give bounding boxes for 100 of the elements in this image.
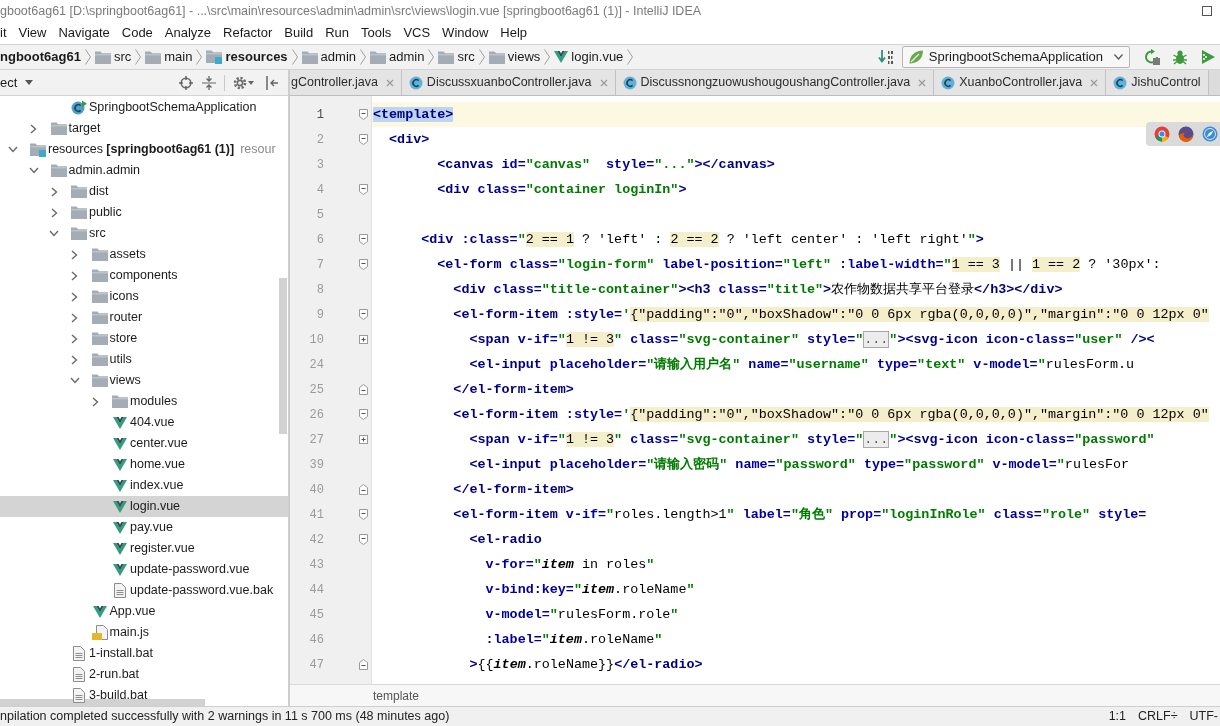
tree-item[interactable]: src — [47, 223, 106, 244]
expand-marker-icon[interactable] — [359, 435, 368, 444]
bar-left-arrow-icon[interactable] — [266, 75, 278, 90]
breadcrumb-item[interactable]: login.vue — [554, 47, 624, 67]
menu-item[interactable]: Code — [121, 23, 153, 43]
chevron-down-icon[interactable] — [8, 146, 18, 153]
fold-end-marker-icon[interactable] — [359, 659, 368, 670]
maximize-icon[interactable] — [1202, 6, 1212, 16]
tree-item[interactable]: center.vue — [112, 433, 188, 454]
chevron-right-icon[interactable] — [30, 123, 37, 134]
chevron-right-icon[interactable] — [71, 249, 78, 260]
tree-item[interactable]: icons — [67, 286, 139, 307]
breadcrumb-item[interactable]: src — [438, 47, 475, 67]
editor-tab[interactable]: gController.java — [290, 70, 402, 95]
expand-marker-icon[interactable] — [359, 335, 368, 344]
line-separator-widget[interactable]: CRLF÷ — [1138, 707, 1178, 726]
tree-item[interactable]: register.vue — [112, 538, 195, 559]
tree-item[interactable]: target — [26, 118, 101, 139]
tree-item[interactable]: pay.vue — [112, 517, 173, 538]
chevron-right-icon[interactable] — [50, 207, 58, 218]
tree-item[interactable]: login.vue — [112, 496, 181, 517]
crosshair-icon[interactable] — [179, 75, 193, 90]
collapse-marker-icon[interactable] — [359, 409, 368, 420]
fold-end-marker-icon[interactable] — [359, 384, 368, 395]
tree-item[interactable]: index.vue — [112, 475, 184, 496]
collapse-marker-icon[interactable] — [359, 109, 368, 120]
circular-arrow-icon[interactable] — [1144, 49, 1160, 65]
menu-item[interactable]: Tools — [361, 23, 392, 43]
tree-item[interactable]: update-password.vue — [112, 559, 250, 580]
compass-icon[interactable] — [1202, 126, 1218, 142]
scrollbar-thumb[interactable] — [279, 278, 287, 434]
tree-item[interactable]: admin.admin — [26, 160, 141, 181]
tree-item[interactable]: dist — [47, 181, 109, 202]
breadcrumb-item[interactable]: admin — [301, 47, 356, 67]
editor-tab[interactable]: DiscussnongzuowushougoushangController.java — [615, 70, 935, 95]
breadcrumb-item[interactable]: admin — [370, 47, 425, 67]
collapse-marker-icon[interactable] — [359, 509, 368, 520]
tree-item[interactable]: main.js — [91, 622, 150, 643]
run-configuration-dropdown[interactable]: SpringbootSchemaApplication — [901, 46, 1130, 68]
chevron-down-icon[interactable] — [28, 167, 39, 174]
tree-item[interactable]: modules — [88, 391, 178, 412]
menu-item[interactable]: Window — [442, 23, 489, 43]
tree-item[interactable]: router — [67, 307, 143, 328]
collapse-marker-icon[interactable] — [359, 234, 368, 245]
chevron-right-icon[interactable] — [71, 333, 78, 344]
tree-item[interactable]: assets — [67, 244, 146, 265]
collapse-marker-icon[interactable] — [359, 134, 368, 145]
collapse-marker-icon[interactable] — [359, 534, 368, 545]
tree-item[interactable]: 2-run.bat — [71, 664, 140, 685]
gear-icon[interactable] — [233, 75, 247, 90]
caret-position-widget[interactable]: 1:1 — [1108, 707, 1126, 726]
chevron-right-icon[interactable] — [71, 354, 78, 365]
breadcrumb-item[interactable]: src — [94, 47, 132, 67]
menu-item[interactable]: Run — [325, 23, 349, 43]
chevron-right-icon[interactable] — [71, 291, 78, 302]
tree-item[interactable]: public — [47, 202, 122, 223]
menu-item[interactable]: Build — [284, 23, 314, 43]
editor-tab[interactable]: JishuControl — [1106, 70, 1209, 95]
editor-tab[interactable]: XuanboController.java — [934, 70, 1107, 95]
breadcrumb-item[interactable]: main — [145, 47, 193, 67]
chevron-down-icon[interactable] — [49, 230, 59, 237]
tree-item[interactable]: update-password.vue.bak — [112, 580, 274, 601]
tree-item[interactable]: views — [67, 370, 141, 391]
tree-item[interactable]: 404.vue — [112, 412, 175, 433]
editor-tab[interactable]: DiscussxuanboController.java — [401, 70, 616, 95]
tree-item[interactable]: components — [67, 265, 178, 286]
chevron-down-icon[interactable] — [69, 377, 80, 384]
fold-end-marker-icon[interactable] — [359, 484, 368, 495]
menu-item[interactable]: Refactor — [223, 23, 273, 43]
encoding-widget[interactable]: UTF- — [1189, 707, 1218, 726]
tree-item[interactable]: home.vue — [112, 454, 185, 475]
caret-down-icon[interactable] — [248, 80, 254, 85]
scrollbar-thumb[interactable] — [0, 699, 205, 706]
menu-item[interactable]: View — [18, 23, 47, 43]
browser-icon[interactable] — [1154, 126, 1170, 142]
menu-item[interactable]: VCS — [403, 23, 431, 43]
chevron-right-icon[interactable] — [71, 312, 78, 323]
breadcrumb-item[interactable]: views — [488, 47, 541, 67]
tree-item[interactable]: 1-install.bat — [71, 643, 153, 664]
arrow-down-icon[interactable] — [877, 49, 894, 65]
bug-icon[interactable] — [1172, 49, 1188, 65]
collapse-marker-icon[interactable] — [359, 184, 368, 195]
menu-item[interactable]: Navigate — [58, 23, 110, 43]
collapse-all-icon[interactable] — [202, 75, 216, 90]
chevron-right-icon[interactable] — [50, 186, 58, 197]
tree-item[interactable]: store — [67, 328, 138, 349]
menu-item[interactable]: Help — [500, 23, 528, 43]
checkered-play-icon[interactable] — [1200, 49, 1216, 65]
menu-item[interactable]: it — [0, 23, 7, 43]
breadcrumb-item[interactable]: ngboot6ag61 — [0, 47, 81, 67]
breadcrumb-item[interactable]: template — [373, 686, 420, 705]
breadcrumb-item[interactable]: resources — [206, 47, 288, 67]
menu-item[interactable]: Analyze — [164, 23, 212, 43]
tree-item[interactable]: App.vue — [91, 601, 156, 622]
view-selector[interactable]: ect — [0, 72, 34, 93]
chevron-right-icon[interactable] — [91, 396, 99, 407]
collapse-marker-icon[interactable] — [359, 309, 368, 320]
chevron-right-icon[interactable] — [71, 270, 78, 281]
tree-item[interactable]: SpringbootSchemaApplication — [71, 97, 257, 118]
tree-item[interactable]: utils — [67, 349, 132, 370]
